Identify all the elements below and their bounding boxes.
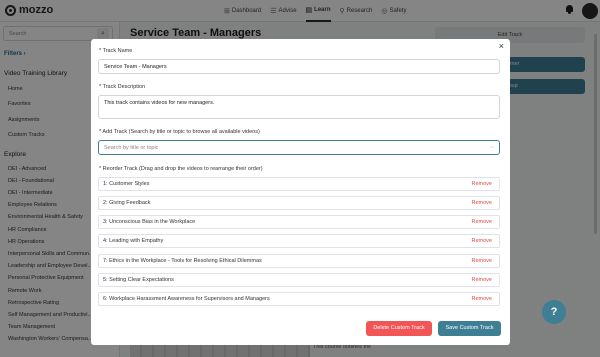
track-title: 3: Unconscious Bias in the Workplace: [103, 219, 196, 225]
track-description-textarea[interactable]: This track contains videos for new manag…: [98, 95, 500, 119]
track-row[interactable]: 6: Workplace Harassment Awareness for Su…: [98, 292, 500, 306]
track-row[interactable]: 7: Ethics in the Workplace - Tools for R…: [98, 254, 500, 268]
save-custom-track-button[interactable]: Save Custom Track: [438, 321, 501, 336]
track-name-label: * Track Name: [99, 48, 133, 54]
remove-track-button[interactable]: Remove: [472, 181, 492, 187]
track-name-input[interactable]: Service Team - Managers: [98, 59, 500, 74]
remove-track-button[interactable]: Remove: [472, 277, 492, 283]
delete-custom-track-button[interactable]: Delete Custom Track: [366, 321, 432, 336]
track-title: 7: Ethics in the Workplace - Tools for R…: [103, 258, 262, 264]
close-icon[interactable]: ×: [499, 42, 504, 51]
track-title: 4: Leading with Empathy: [103, 238, 164, 244]
track-title: 6: Workplace Harassment Awareness for Su…: [103, 296, 270, 302]
track-row[interactable]: 4: Leading with Empathy Remove: [98, 234, 500, 248]
add-track-search-input[interactable]: Search by title or topic ⌵: [98, 140, 500, 155]
track-row[interactable]: 1: Customer Styles Remove: [98, 177, 500, 191]
chevron-down-icon: ⌵: [490, 144, 494, 150]
track-row[interactable]: 3: Unconscious Bias in the Workplace Rem…: [98, 215, 500, 229]
add-track-placeholder: Search by title or topic: [104, 145, 159, 151]
remove-track-button[interactable]: Remove: [472, 200, 492, 206]
edit-track-modal: × * Track Name Service Team - Managers *…: [91, 39, 510, 345]
track-title: 5: Setting Clear Expectations: [103, 277, 174, 283]
track-row[interactable]: 2: Giving Feedback Remove: [98, 196, 500, 210]
remove-track-button[interactable]: Remove: [472, 258, 492, 264]
track-description-label: * Track Description: [99, 84, 146, 90]
help-icon[interactable]: ?: [542, 300, 566, 324]
track-row[interactable]: 5: Setting Clear Expectations Remove: [98, 273, 500, 287]
track-title: 1: Customer Styles: [103, 181, 150, 187]
remove-track-button[interactable]: Remove: [472, 238, 492, 244]
add-track-label: * Add Track (Search by title or topic to…: [99, 129, 260, 135]
track-description-value: This track contains videos for new manag…: [104, 100, 215, 106]
track-name-value: Service Team - Managers: [104, 64, 167, 70]
reorder-track-label: * Reorder Track (Drag and drop the video…: [99, 166, 263, 172]
remove-track-button[interactable]: Remove: [472, 219, 492, 225]
remove-track-button[interactable]: Remove: [472, 296, 492, 302]
track-title: 2: Giving Feedback: [103, 200, 151, 206]
